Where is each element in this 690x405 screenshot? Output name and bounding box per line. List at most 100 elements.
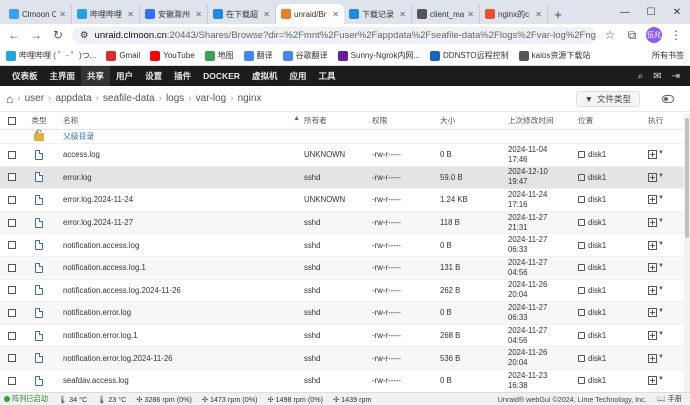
new-tab-button[interactable]: + xyxy=(548,4,568,24)
row-checkbox[interactable] xyxy=(8,308,16,317)
breadcrumb-item[interactable]: appdata xyxy=(55,93,91,104)
row-checkbox[interactable] xyxy=(8,173,16,182)
nav-item[interactable]: 应用 xyxy=(283,66,312,86)
browser-tab[interactable]: 安徽滁州 ✕ xyxy=(140,4,208,24)
browser-tab[interactable]: nginx的c ✕ xyxy=(480,4,548,24)
file-name[interactable]: access.log xyxy=(54,150,304,159)
all-bookmarks[interactable]: 所有书签 xyxy=(649,50,684,61)
profile-avatar[interactable]: 伍兆 xyxy=(646,27,662,43)
bookmark-item[interactable]: Gmail xyxy=(106,50,140,61)
browser-tab[interactable]: unraid/Br ✕ xyxy=(276,4,344,24)
bookmark-item[interactable]: 翻译 xyxy=(243,50,273,61)
tab-close-icon[interactable]: ✕ xyxy=(332,10,339,19)
row-checkbox[interactable] xyxy=(8,354,16,363)
table-row[interactable]: notification.access.log.1 sshd -rw-r----- 1… xyxy=(0,256,690,280)
file-name[interactable]: error.log.2024-11-24 xyxy=(54,195,304,204)
back-icon[interactable]: ← xyxy=(6,27,22,43)
parent-dir-row[interactable]: 父级目录 xyxy=(0,128,690,144)
header-owner[interactable]: 所有者 xyxy=(304,115,372,126)
menu-icon[interactable]: ⋮ xyxy=(668,27,684,43)
breadcrumb-item[interactable]: var-log xyxy=(196,93,227,104)
tab-close-icon[interactable]: ✕ xyxy=(59,10,66,19)
row-checkbox[interactable] xyxy=(8,263,16,272)
actions-menu-icon[interactable] xyxy=(648,376,657,386)
browser-tab[interactable]: 在下载超 ✕ xyxy=(208,4,276,24)
file-name[interactable]: error.log xyxy=(54,173,304,182)
manual-link[interactable]: 📖 手册 xyxy=(657,394,686,404)
table-row[interactable]: error.log sshd -rw-r----- 59.0 B 2024-12-10 1… xyxy=(0,166,690,190)
header-modified[interactable]: 上次修改时间 xyxy=(508,116,578,126)
nav-item[interactable]: 设置 xyxy=(139,66,168,86)
tab-close-icon[interactable]: ✕ xyxy=(195,10,202,19)
extensions-icon[interactable]: ⧉ xyxy=(624,27,640,43)
row-checkbox[interactable] xyxy=(8,286,16,295)
table-row[interactable]: access.log UNKNOWN -rw-r----- 0 B 2024-11-04… xyxy=(0,144,690,167)
row-checkbox[interactable] xyxy=(8,241,16,250)
tab-close-icon[interactable]: ✕ xyxy=(467,10,474,19)
search-icon[interactable]: ⌕ xyxy=(638,71,644,82)
file-name[interactable]: notification.error.log.2024-11-26 xyxy=(54,354,304,363)
actions-menu-icon[interactable] xyxy=(648,195,657,205)
table-row[interactable]: notification.access.log.2024-11-26 sshd -r… xyxy=(0,280,690,303)
table-row[interactable]: notification.access.log sshd -rw-r----- 0 B… xyxy=(0,234,690,257)
breadcrumb-item[interactable]: logs xyxy=(166,93,184,104)
tab-close-icon[interactable]: ✕ xyxy=(399,10,406,19)
nav-item[interactable]: 仪表板 xyxy=(6,66,44,86)
actions-menu-icon[interactable] xyxy=(648,172,657,182)
browser-tab[interactable]: 哔哩哔哩（✕ xyxy=(72,4,140,24)
browser-tab[interactable]: Clmoon C ✕ xyxy=(4,4,72,24)
actions-menu-icon[interactable] xyxy=(648,285,657,295)
actions-menu-icon[interactable] xyxy=(648,218,657,228)
bookmark-item[interactable]: 哔哩哔哩 ( ゜- ゜)つ... xyxy=(6,50,96,61)
header-perm[interactable]: 权限 xyxy=(372,115,440,126)
table-row[interactable]: seafdav.access.log sshd -rw-r----- 0 B 2024-… xyxy=(0,370,690,393)
row-checkbox[interactable] xyxy=(8,331,16,340)
row-checkbox[interactable] xyxy=(8,150,16,159)
header-location[interactable]: 位置 xyxy=(578,115,648,126)
row-checkbox[interactable] xyxy=(8,376,16,385)
bookmark-item[interactable]: kaios资源下载站 xyxy=(518,50,590,61)
actions-menu-icon[interactable] xyxy=(648,353,657,363)
nav-item[interactable]: 共享 xyxy=(81,66,111,86)
view-toggle[interactable] xyxy=(662,94,674,103)
header-size[interactable]: 大小 xyxy=(440,115,508,126)
nav-item[interactable]: DOCKER xyxy=(197,66,246,86)
bookmark-item[interactable]: 地图 xyxy=(204,50,234,61)
file-name[interactable]: notification.access.log.2024-11-26 xyxy=(54,286,304,295)
breadcrumb-item[interactable]: user xyxy=(25,93,44,104)
actions-menu-icon[interactable] xyxy=(648,331,657,341)
header-type[interactable]: 类型 xyxy=(24,115,54,126)
actions-menu-icon[interactable] xyxy=(648,240,657,250)
select-all-checkbox[interactable] xyxy=(8,116,16,125)
file-name[interactable]: error.log.2024-11-27 xyxy=(54,218,304,227)
parent-dir-link[interactable]: 父级目录 xyxy=(63,131,94,142)
file-name[interactable]: notification.error.log.1 xyxy=(54,331,304,340)
file-type-filter[interactable]: ▼ 文件类型 xyxy=(575,90,640,107)
home-icon[interactable]: ⌂ xyxy=(6,92,13,106)
actions-menu-icon[interactable] xyxy=(648,263,657,273)
row-checkbox[interactable] xyxy=(8,195,16,204)
bookmark-item[interactable]: Sunny-Ngrok内网... xyxy=(337,50,420,61)
file-name[interactable]: notification.error.log xyxy=(54,308,304,317)
forward-icon[interactable]: → xyxy=(28,27,44,43)
browser-tab[interactable]: client_ma ✕ xyxy=(412,4,480,24)
nav-item[interactable]: 工具 xyxy=(312,66,341,86)
nav-item[interactable]: 用户 xyxy=(110,66,139,86)
bookmark-item[interactable]: 谷歌翻译 xyxy=(282,50,328,61)
nav-item[interactable]: 虚拟机 xyxy=(246,66,284,86)
table-row[interactable]: notification.error.log.1 sshd -rw-r----- 26… xyxy=(0,325,690,348)
actions-menu-icon[interactable] xyxy=(648,308,657,318)
breadcrumb-item[interactable]: nginx xyxy=(238,93,262,104)
scrollbar-thumb[interactable] xyxy=(685,118,689,238)
file-name[interactable]: notification.access.log.1 xyxy=(54,263,304,272)
table-row[interactable]: error.log.2024-11-27 sshd -rw-r----- 118 B 2… xyxy=(0,211,690,235)
site-info-icon[interactable]: ⚙ xyxy=(80,30,89,41)
tab-close-icon[interactable]: ✕ xyxy=(535,10,542,19)
header-name[interactable]: 名称 ▲ xyxy=(54,115,304,126)
url-input[interactable]: ⚙ unraid.clmoon.cn:20443/Shares/Browse?d… xyxy=(72,26,596,44)
breadcrumb-item[interactable]: seafile-data xyxy=(103,93,155,104)
nav-item[interactable]: 主界面 xyxy=(44,66,82,86)
file-name[interactable]: notification.access.log xyxy=(54,241,304,250)
scrollbar[interactable] xyxy=(684,114,690,392)
bookmark-item[interactable]: DDNSTO远程控制 xyxy=(430,50,509,61)
